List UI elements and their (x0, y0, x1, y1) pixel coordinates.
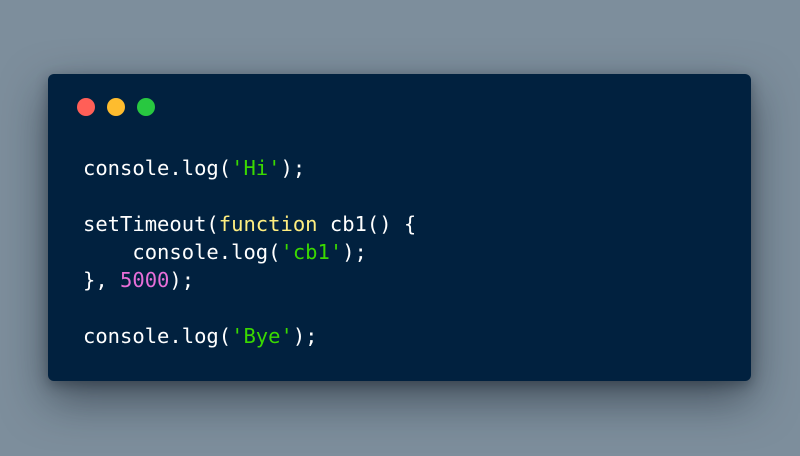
code-line-empty (83, 182, 416, 210)
code-token: console.log( (83, 324, 232, 348)
code-window: console.log('Hi'); setTimeout(function cb… (48, 74, 751, 381)
code-token: }, (83, 268, 121, 292)
minimize-window-icon[interactable] (107, 98, 125, 116)
code-token: ); (169, 268, 195, 292)
code-string: 'Bye' (231, 324, 293, 348)
code-block: console.log('Hi'); setTimeout(function cb… (83, 154, 416, 350)
maximize-window-icon[interactable] (137, 98, 155, 116)
code-token: ); (280, 156, 306, 180)
window-controls (77, 98, 155, 116)
code-line: }, 5000); (83, 266, 416, 294)
code-token: console.log( (83, 240, 281, 264)
code-line: console.log('Hi'); (83, 154, 416, 182)
code-token: ); (342, 240, 367, 264)
code-line: console.log('Bye'); (83, 322, 416, 350)
code-string: 'Hi' (231, 156, 281, 180)
code-token: console.log( (83, 156, 232, 180)
code-number: 5000 (120, 268, 170, 292)
code-line: setTimeout(function cb1() { (83, 210, 416, 238)
code-line: console.log('cb1'); (83, 238, 416, 266)
code-string: 'cb1' (280, 240, 343, 264)
close-window-icon[interactable] (77, 98, 95, 116)
code-token: setTimeout( (83, 212, 219, 236)
code-token: ); (292, 324, 318, 348)
code-keyword: function (218, 212, 318, 236)
code-token: cb1() { (317, 212, 417, 236)
code-line-empty (83, 294, 416, 322)
